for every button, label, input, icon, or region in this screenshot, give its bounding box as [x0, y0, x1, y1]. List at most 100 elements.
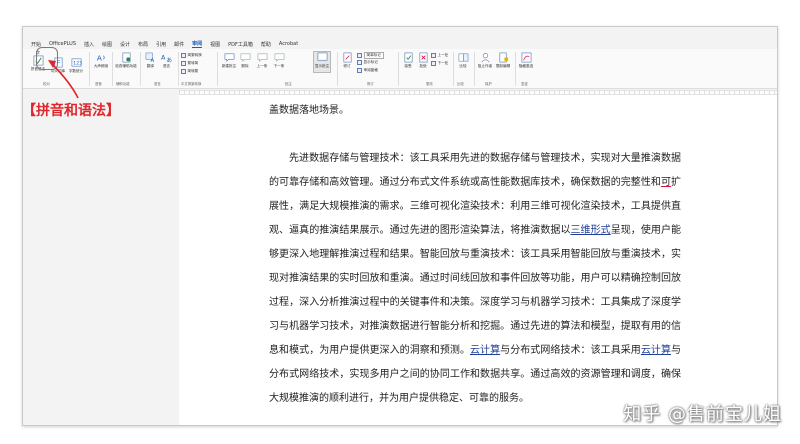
simp-to-trad-button[interactable]: 简转繁 — [181, 69, 198, 74]
check-accessibility-button[interactable]: 检查辅助功能 — [114, 52, 138, 68]
group-comments-label: 批注 — [285, 82, 292, 86]
track-changes-label: 修订 — [343, 64, 351, 68]
grammar-mark-cloud-computing[interactable]: 云计算 — [470, 345, 500, 356]
read-aloud-button[interactable]: A 大声朗读 — [91, 52, 111, 68]
group-separator — [398, 52, 399, 86]
group-separator — [337, 52, 338, 86]
word-window: 开始 OfficePLUS 插入 绘图 设计 布局 引用 邮件 审阅 视图 PD… — [22, 26, 778, 426]
markup-select[interactable]: 简单标记 — [357, 52, 384, 59]
show-markup-button[interactable]: 显示标记 — [357, 60, 378, 65]
tab-help[interactable]: 帮助 — [261, 41, 271, 48]
tab-review[interactable]: 审阅 — [192, 40, 203, 48]
reviewing-pane-label: 审阅窗格 — [363, 68, 378, 72]
tab-officeplus[interactable]: OfficePLUS — [49, 41, 76, 47]
group-separator — [474, 52, 475, 86]
language-label: 语言 — [162, 64, 171, 68]
pinyin-grammar-callout: 【拼音和语法】 — [22, 103, 120, 119]
left-gray-area — [23, 95, 179, 425]
group-tracking-label: 修订 — [367, 82, 374, 86]
tab-references[interactable]: 引用 — [156, 41, 166, 48]
next-comment-label: 下一条 — [273, 64, 285, 68]
hide-ink-icon — [521, 52, 531, 63]
next-change-button[interactable]: 下一处 — [431, 61, 448, 66]
read-aloud-label: 大声朗读 — [93, 64, 109, 68]
translate-icon: A — [145, 52, 155, 63]
restrict-editing-button[interactable]: 限制编辑 — [494, 52, 512, 68]
reject-button[interactable]: 拒绝 — [416, 52, 430, 68]
show-comments-button[interactable]: 显示批注 — [312, 52, 332, 68]
group-chinese-conversion-label: 中文简繁转换 — [181, 82, 202, 86]
document-body[interactable]: 盖数据落地场景。 先进数据存储与管理技术：该工具采用先进的数据存储与管理技术，实… — [269, 99, 681, 411]
group-protect-label: 保护 — [485, 82, 492, 86]
grammar-mark-cloud-computing-2[interactable]: 云计算 — [641, 345, 671, 356]
show-markup-label: 显示标记 — [363, 60, 378, 64]
svg-text:あ: あ — [167, 57, 173, 63]
reject-label: 拒绝 — [419, 64, 427, 68]
grammar-mark-3d-form[interactable]: 三维形式 — [571, 225, 611, 236]
group-separator — [112, 52, 113, 86]
next-change-label: 下一处 — [437, 61, 449, 65]
language-icon: Aあ — [161, 53, 173, 63]
new-comment-label: 新建批注 — [221, 64, 237, 68]
group-separator — [515, 52, 516, 86]
show-comments-icon — [317, 52, 327, 61]
group-changes-label: 更改 — [426, 82, 433, 86]
word-count-button[interactable]: 123 字数统计 — [66, 57, 86, 73]
simp-trad-label: 简繁转换 — [187, 53, 202, 57]
tab-pdf-toolbox[interactable]: PDF工具箱 — [228, 41, 253, 48]
read-aloud-icon: A — [96, 53, 105, 62]
group-language-label: 语言 — [154, 82, 161, 86]
markup-icon — [357, 53, 362, 58]
show-comments-label: 显示批注 — [314, 64, 330, 68]
doc-text-run: 先进数据存储与管理技术：该工具采用先进的数据存储与管理技术，实现对大量推演数据的… — [269, 153, 681, 188]
translate-label: 翻译 — [146, 64, 155, 68]
simp-trad-button[interactable]: 简繁转换 — [181, 53, 202, 58]
block-authors-button[interactable]: 阻止作者 — [476, 52, 494, 68]
restrict-editing-icon — [499, 52, 508, 63]
reviewing-pane-button[interactable]: 审阅窗格 — [357, 68, 378, 73]
translate-button[interactable]: A 翻译 — [142, 52, 159, 68]
delete-comment-button[interactable]: 删除 — [237, 52, 253, 68]
track-changes-button[interactable]: 修订 — [339, 52, 355, 68]
accept-icon — [404, 52, 412, 63]
compare-button[interactable]: 比较 — [455, 52, 471, 68]
accessibility-icon — [122, 52, 130, 63]
trad-to-simp-label: 繁转简 — [187, 61, 199, 65]
group-separator — [453, 52, 454, 86]
ribbon-tabs: 开始 OfficePLUS 插入 绘图 设计 布局 引用 邮件 审阅 视图 PD… — [23, 39, 777, 49]
group-speech-label: 语音 — [95, 82, 102, 86]
tab-design[interactable]: 设计 — [120, 41, 130, 48]
zhihu-watermark: 知乎 @售前宝儿姐 — [623, 404, 782, 425]
reject-icon — [419, 52, 427, 63]
tab-mailings[interactable]: 邮件 — [174, 41, 184, 48]
next-comment-icon — [274, 53, 284, 62]
trad-to-simp-button[interactable]: 繁转简 — [181, 61, 198, 66]
new-comment-icon — [224, 53, 234, 62]
delete-comment-icon — [240, 53, 250, 62]
spelling-error-mark[interactable]: 可 — [661, 177, 671, 188]
track-changes-icon — [343, 52, 351, 63]
hide-ink-button[interactable]: 隐藏墨迹 — [517, 52, 535, 68]
language-button[interactable]: Aあ 语言 — [158, 52, 175, 68]
document-page[interactable]: 盖数据落地场景。 先进数据存储与管理技术：该工具采用先进的数据存储与管理技术，实… — [179, 95, 777, 425]
group-separator — [140, 52, 141, 86]
tab-view[interactable]: 视图 — [210, 41, 220, 48]
previous-change-button[interactable]: 上一处 — [431, 53, 448, 58]
new-comment-button[interactable]: 新建批注 — [220, 52, 238, 68]
svg-text:A: A — [151, 58, 155, 63]
tab-layout[interactable]: 布局 — [138, 41, 148, 48]
accept-button[interactable]: 接受 — [401, 52, 415, 68]
word-count-label: 字数统计 — [68, 69, 84, 73]
hide-ink-label: 隐藏墨迹 — [518, 64, 534, 68]
previous-change-label: 上一处 — [437, 53, 449, 57]
simp-to-trad-icon — [181, 69, 186, 74]
markup-select-value: 简单标记 — [363, 52, 384, 59]
tab-insert[interactable]: 插入 — [84, 41, 94, 48]
accept-label: 接受 — [404, 64, 412, 68]
tab-acrobat[interactable]: Acrobat — [279, 41, 298, 47]
previous-comment-button[interactable]: 上一条 — [253, 52, 271, 68]
next-comment-button[interactable]: 下一条 — [270, 52, 288, 68]
block-authors-icon — [481, 53, 489, 63]
doc-paragraph-1: 先进数据存储与管理技术：该工具采用先进的数据存储与管理技术，实现对大量推演数据的… — [269, 147, 681, 411]
tab-draw[interactable]: 绘图 — [102, 41, 112, 48]
